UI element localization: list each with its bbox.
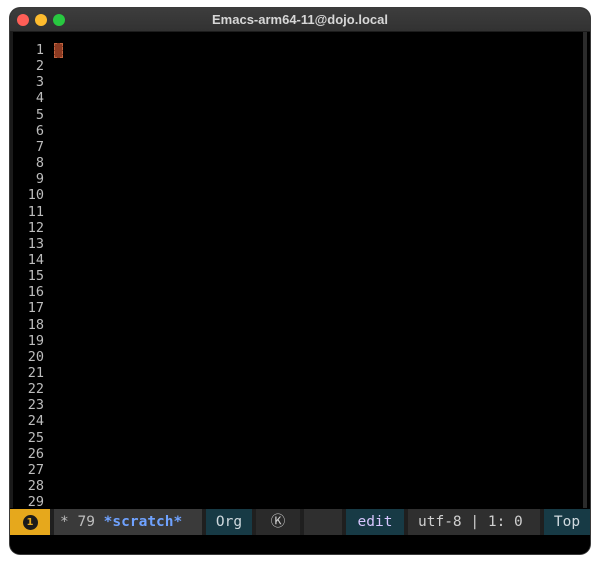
- line-number: 27: [27, 461, 44, 478]
- error-count-icon: 1: [22, 514, 38, 530]
- edit-state-indicator: edit: [346, 509, 404, 535]
- flycheck-error-segment[interactable]: 1: [10, 509, 50, 535]
- line-number: 20: [27, 348, 44, 365]
- line-number: 16: [27, 284, 44, 301]
- line-number: 15: [27, 268, 44, 285]
- line-number: 17: [27, 300, 44, 317]
- line-number: 24: [27, 413, 44, 430]
- line-number: 5: [35, 106, 44, 123]
- line-number: 19: [27, 332, 44, 349]
- line-number: 1: [35, 42, 44, 58]
- line-number: 13: [27, 235, 44, 252]
- empty-segment: [304, 509, 342, 535]
- line-number: 8: [35, 155, 44, 172]
- buffer-size: 79: [77, 514, 95, 530]
- buffer-name[interactable]: *scratch*: [104, 514, 183, 530]
- text-cursor: [54, 43, 63, 58]
- scrollbar[interactable]: [583, 32, 587, 508]
- line-number: 26: [27, 445, 44, 462]
- line-number: 25: [27, 429, 44, 446]
- editor-buffer-area[interactable]: 1 2 3 4 5 6 7 8 9 10 11 12 13 14 15 16 17 18 19 20 21 22 23 24 2…: [10, 32, 590, 508]
- left-fringe: [10, 32, 13, 508]
- emacs-window: Emacs-arm64-11@dojo.local 1 2 3 4 5 6 7 8 9 10 11 1…: [10, 8, 590, 554]
- line-number: 10: [27, 187, 44, 204]
- line-number: 6: [35, 122, 44, 139]
- line-number: 4: [35, 90, 44, 107]
- encoding-position-segment: utf-8 | 1: 0: [408, 509, 540, 535]
- mode-line: 1 * 79 *scratch* Org Ⓚ edit utf-8 | 1: 0…: [10, 509, 590, 535]
- line-number: 12: [27, 219, 44, 236]
- line-number: 7: [35, 138, 44, 155]
- window-title: Emacs-arm64-11@dojo.local: [212, 12, 388, 27]
- minibuffer[interactable]: [10, 535, 590, 554]
- line-number: 3: [35, 74, 44, 91]
- line-number: 14: [27, 251, 44, 268]
- line-number: 22: [27, 381, 44, 398]
- buffer-info-segment: * 79 *scratch*: [54, 509, 202, 535]
- line-number: 11: [27, 203, 44, 220]
- segment-divider: |: [470, 514, 488, 530]
- encoding-indicator[interactable]: utf-8: [418, 514, 462, 530]
- line-number: 23: [27, 397, 44, 414]
- cursor-position: 1: 0: [487, 514, 523, 530]
- line-number: 9: [35, 171, 44, 188]
- line-number: 18: [27, 316, 44, 333]
- line-number: 2: [35, 58, 44, 75]
- major-mode-indicator[interactable]: Org: [206, 509, 252, 535]
- circled-k-icon: Ⓚ: [256, 509, 300, 535]
- modified-indicator: *: [60, 514, 69, 530]
- line-number: 29: [27, 494, 44, 508]
- line-number: 21: [27, 365, 44, 381]
- title-bar: Emacs-arm64-11@dojo.local: [10, 8, 590, 32]
- scroll-position-indicator: Top: [544, 509, 590, 535]
- line-number: 28: [27, 478, 44, 495]
